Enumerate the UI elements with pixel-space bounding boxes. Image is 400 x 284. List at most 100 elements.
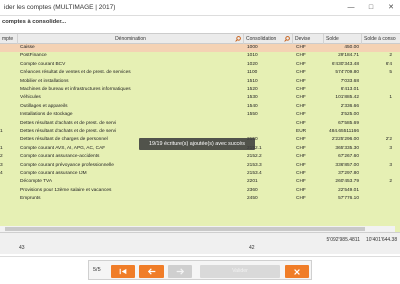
cell-solde xyxy=(324,204,362,212)
cell-compte xyxy=(0,195,18,203)
cell-solde: 67'585.69 xyxy=(338,120,359,126)
column-header-compte[interactable]: mpte xyxy=(0,34,18,44)
table-row[interactable]: Dettes résultant d'achats et de prest. d… xyxy=(0,120,400,128)
cell-compte xyxy=(0,86,18,94)
table-row[interactable]: Mobilier et installations 1510 CHF 7'033.68 xyxy=(0,78,400,86)
cell-solde-a-consolider xyxy=(362,153,395,161)
close-icon xyxy=(294,268,300,275)
cell-denomination: Emprunts xyxy=(20,196,41,202)
section-header: comptes à consolider... xyxy=(0,17,400,29)
search-icon[interactable] xyxy=(235,36,241,42)
cell-solde: 450.00 xyxy=(344,45,359,50)
cell-devise: CHF xyxy=(296,187,306,193)
cell-compte: 3 xyxy=(0,162,3,168)
cell-consolidation: 1010 xyxy=(247,53,258,59)
cell-solde-a-consolider xyxy=(362,120,395,128)
cell-consolidation: 2360 xyxy=(247,187,258,193)
cell-consolidation: 1100 xyxy=(247,70,258,76)
cell-solde: 336'857.00 xyxy=(335,162,359,168)
cell-solde-a-consolider xyxy=(362,78,395,86)
cell-consolidation: 2153.4 xyxy=(247,171,262,176)
cell-consolidation xyxy=(247,120,291,128)
arrow-right-icon xyxy=(176,268,185,275)
cell-solde-a-consolider: 5 xyxy=(389,70,392,76)
total-solde-a-consolider: 10'401'644.38 xyxy=(366,237,398,243)
table-row[interactable]: Machines de bureau et infrastructures in… xyxy=(0,86,400,94)
column-header-denomination[interactable]: Dénomination xyxy=(18,34,244,44)
table-header: mpte Dénomination Consolidation Devise S… xyxy=(0,33,400,44)
cell-solde-a-consolider xyxy=(362,44,395,52)
cell-denomination: PostFinance xyxy=(20,53,47,59)
next-button[interactable] xyxy=(168,265,192,278)
table-row[interactable]: Outillages et appareils 1540 CHF 2'336.66 xyxy=(0,103,400,111)
cell-consolidation: 1020 xyxy=(247,61,258,67)
cell-devise: CHF xyxy=(296,70,306,76)
table-row[interactable]: 4 Compte courant assurance IJM 2153.4 CHF 37… xyxy=(0,170,400,178)
table-row[interactable]: Compte courant BCV 1020 CHF 6'430'343.48 6'4 xyxy=(0,61,400,69)
table-row[interactable]: 3 Compte courant prévoyance professionnel… xyxy=(0,162,400,170)
cell-devise: CHF xyxy=(296,103,306,109)
cell-solde: 6'430'343.48 xyxy=(331,61,359,67)
cancel-button[interactable] xyxy=(285,265,309,278)
cell-solde: 7'033.68 xyxy=(340,78,359,84)
cell-solde-a-consolider: 2 xyxy=(389,179,392,185)
cell-compte: 4 xyxy=(0,171,3,176)
table-row[interactable]: Provisions pour 13ème salaire et vacance… xyxy=(0,187,400,195)
cell-solde: 22'549.01 xyxy=(338,187,359,193)
cell-devise: CHF xyxy=(296,87,306,92)
column-label: Consolidation xyxy=(246,36,277,42)
cell-solde: 29'184.71 xyxy=(338,53,359,59)
cell-compte xyxy=(0,187,18,195)
cell-devise: CHF xyxy=(296,171,306,176)
cell-consolidation: 2153.3 xyxy=(247,162,262,168)
cell-devise: CHF xyxy=(296,120,306,126)
cell-consolidation: 1550 xyxy=(247,112,258,118)
cell-denomination: Compte courant BCV xyxy=(20,61,66,67)
cell-solde: 67'267.60 xyxy=(338,154,359,160)
scrollbar-thumb[interactable] xyxy=(5,227,365,231)
cell-solde-a-consolider xyxy=(362,187,395,195)
page-indicator: 5/5 xyxy=(93,267,101,273)
cell-denomination: Caisse xyxy=(20,45,35,50)
column-header-devise[interactable]: Devise xyxy=(293,34,324,44)
column-header-consolidation[interactable]: Consolidation xyxy=(244,34,293,44)
search-icon[interactable] xyxy=(284,36,290,42)
column-header-solde-a-consolider[interactable]: Solde à conso xyxy=(362,34,400,44)
cell-devise: CHF xyxy=(296,145,306,151)
table-row[interactable]: Décompte TVA 2201 CHF 260'453.79 2 xyxy=(0,178,400,186)
column-label: Solde à conso xyxy=(364,36,396,42)
close-window-icon[interactable]: ✕ xyxy=(386,3,396,12)
cell-solde: 101'885.42 xyxy=(335,95,359,101)
cell-denomination: Installations de stockage xyxy=(20,112,73,118)
cell-solde-a-consolider: 3 xyxy=(389,162,392,168)
table-row[interactable]: Caisse 1000 CHF 450.00 xyxy=(0,44,400,53)
cell-consolidation: 2450 xyxy=(247,196,258,202)
table-row[interactable]: Emprunts 2450 CHF 57'776.10 xyxy=(0,195,400,203)
table-row[interactable]: PostFinance 1010 CHF 29'184.71 2 xyxy=(0,52,400,60)
cell-solde-a-consolider xyxy=(362,86,395,94)
maximize-icon[interactable]: □ xyxy=(366,3,376,12)
cell-solde: 2'225'296.00 xyxy=(331,137,359,143)
table-row[interactable] xyxy=(0,204,400,212)
table-row[interactable]: 1 Dettes résultant d'achats et de prest. … xyxy=(0,128,400,136)
table-row[interactable]: Véhicules 1530 CHF 101'885.42 1 xyxy=(0,94,400,102)
minimize-icon[interactable]: — xyxy=(346,3,356,12)
cell-compte: 1 xyxy=(0,129,3,134)
cell-devise: CHF xyxy=(296,78,306,84)
cell-solde: 365'335.30 xyxy=(335,145,359,151)
cell-compte: 1 xyxy=(0,145,3,151)
validate-button[interactable]: Valider xyxy=(200,265,280,278)
cell-denomination: Véhicules xyxy=(20,95,41,101)
cell-solde-a-consolider xyxy=(362,170,395,178)
previous-button[interactable] xyxy=(139,265,164,278)
table-row[interactable]: Créances résultat de ventes et de prest.… xyxy=(0,69,400,77)
cell-denomination xyxy=(20,204,242,212)
table-row[interactable]: 2 Compte courant assurance-accidents 2152.… xyxy=(0,153,400,161)
column-label: mpte xyxy=(2,36,14,42)
cell-solde-a-consolider xyxy=(362,195,395,203)
first-page-button[interactable] xyxy=(111,265,135,278)
cell-denomination: Compte courant prévoyance professionnell… xyxy=(20,162,114,168)
bottom-toolbar: 5/5 Valider xyxy=(0,256,400,284)
column-header-solde[interactable]: Solde xyxy=(324,34,362,44)
table-row[interactable]: Installations de stockage 1550 CHF 3'525.00 xyxy=(0,111,400,119)
